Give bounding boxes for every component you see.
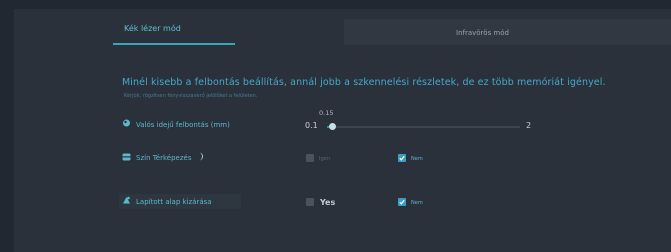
tab-blue-laser-label: Kék lézer mód xyxy=(124,24,181,33)
color-map-icon xyxy=(122,153,131,161)
resolution-label: Valós idejű felbontás (mm) xyxy=(136,121,230,129)
tab-infrared[interactable]: Infravörös mód xyxy=(344,19,671,45)
checkmark-icon xyxy=(399,155,405,161)
resolution-current-value: 0.15 xyxy=(319,109,334,117)
exclude-flat-base-yes-label: Yes xyxy=(320,198,336,207)
resolution-hint-heading: Minél kisebb a felbontás beállítás, anná… xyxy=(122,77,606,88)
exclude-flat-base-no-checkbox[interactable] xyxy=(398,198,406,206)
moon-icon[interactable] xyxy=(198,152,204,161)
active-tab-indicator xyxy=(113,43,235,45)
color-mapping-no-checkbox[interactable] xyxy=(398,154,406,162)
resolution-slider-track[interactable] xyxy=(327,126,520,128)
color-mapping-yes-checkbox[interactable] xyxy=(306,154,314,162)
resolution-slider-thumb[interactable] xyxy=(328,123,336,130)
exclude-flat-base-no-label: Nem xyxy=(411,200,423,206)
color-mapping-yes-label: Igen xyxy=(319,156,330,162)
marker-hint-text: Kérjük, rögzítsen fényvisszaverő jelölők… xyxy=(124,93,258,99)
exclude-flat-base-yes-checkbox[interactable] xyxy=(306,198,314,206)
app-window: Kék lézer mód Infravörös mód Minél kiseb… xyxy=(14,9,671,252)
color-mapping-no-label: Nem xyxy=(411,156,423,162)
scan-resolution-icon xyxy=(123,119,130,127)
mode-tabs: Kék lézer mód Infravörös mód xyxy=(14,9,671,47)
exclude-flat-base-label: Lapított alap kizárása xyxy=(136,198,212,206)
resolution-min-value: 0.1 xyxy=(305,121,318,130)
resolution-max-value: 2 xyxy=(526,121,532,130)
checkmark-icon xyxy=(399,199,405,205)
tab-blue-laser[interactable]: Kék lézer mód xyxy=(14,9,340,47)
flat-base-icon xyxy=(123,196,130,204)
tab-infrared-label: Infravörös mód xyxy=(456,29,509,37)
color-mapping-label: Szín Térképezés xyxy=(136,154,192,162)
